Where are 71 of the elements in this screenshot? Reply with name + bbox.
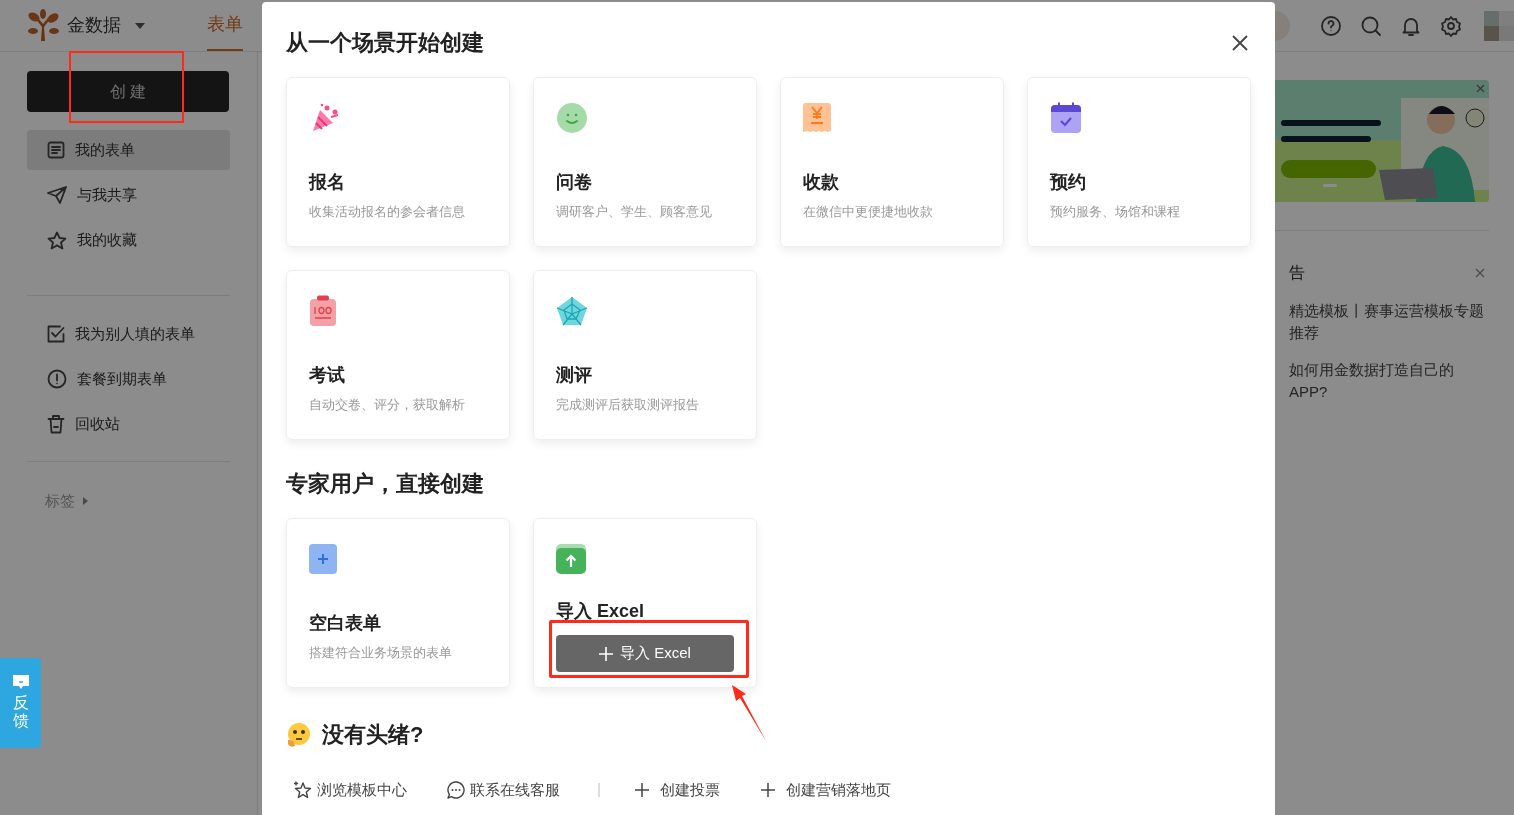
section-title: 没有头绪? bbox=[322, 721, 424, 749]
scenario-card[interactable]: 测评 完成测评后获取测评报告 bbox=[533, 270, 757, 440]
announcement-link[interactable]: 如何用金数据打造自己的APP? bbox=[1289, 359, 1489, 403]
sidebar-item[interactable]: 我的表单 bbox=[27, 130, 230, 170]
paper-plane-icon bbox=[47, 186, 67, 204]
card-title: 预约 bbox=[1050, 171, 1087, 194]
sidebar-item[interactable]: 我为别人填的表单 bbox=[27, 314, 230, 354]
score-board-icon bbox=[309, 295, 337, 327]
help-link[interactable]: 创建投票 bbox=[634, 779, 720, 802]
help-link[interactable]: 创建营销落地页 bbox=[760, 779, 891, 802]
card-title: 空白表单 bbox=[309, 612, 382, 635]
receipt-icon bbox=[803, 103, 831, 133]
plus-icon bbox=[634, 782, 650, 799]
card-description: 预约服务、场馆和课程 bbox=[1050, 203, 1181, 221]
section-title: 专家用户，直接创建 bbox=[286, 470, 485, 498]
plus-square-icon bbox=[309, 544, 337, 574]
card-description: 自动交卷、评分，获取解析 bbox=[309, 396, 466, 414]
card-title: 收款 bbox=[803, 171, 840, 194]
close-icon bbox=[1475, 268, 1485, 278]
help-link[interactable]: 联系在线客服 bbox=[447, 779, 560, 802]
plus-icon bbox=[760, 782, 776, 799]
caret-right-icon bbox=[83, 497, 88, 506]
scenario-card[interactable]: 收款 在微信中更便捷地收款 bbox=[780, 77, 1004, 247]
card-title: 考试 bbox=[309, 364, 346, 387]
scenario-card[interactable]: 预约 预约服务、场馆和课程 bbox=[1027, 77, 1251, 247]
help-icon bbox=[1320, 14, 1342, 37]
pentagon-chart-icon bbox=[556, 296, 588, 326]
settings-icon bbox=[1440, 14, 1462, 37]
scenario-card[interactable]: 空白表单 搭建符合业务场景的表单 bbox=[286, 518, 510, 688]
star-icon bbox=[47, 230, 67, 250]
create-button[interactable]: 创 建 bbox=[27, 71, 229, 112]
announcement-link[interactable]: 精选模板丨赛事运营模板专题推荐 bbox=[1289, 300, 1489, 344]
thinking-emoji-icon bbox=[286, 721, 312, 748]
warning-icon bbox=[47, 369, 67, 389]
help-link[interactable]: 浏览模板中心 bbox=[294, 779, 407, 802]
plus-icon bbox=[599, 646, 614, 661]
card-description: 收集活动报名的参会者信息 bbox=[309, 203, 466, 221]
smiley-icon bbox=[556, 102, 588, 134]
card-title: 测评 bbox=[556, 364, 593, 387]
card-description: 在微信中更便捷地收款 bbox=[803, 203, 934, 221]
checkbox-icon bbox=[47, 325, 65, 343]
trash-icon bbox=[47, 414, 65, 434]
sidebar-item[interactable]: 与我共享 bbox=[27, 175, 230, 215]
announcement-title: 告 bbox=[1289, 263, 1305, 283]
document-icon bbox=[47, 141, 65, 159]
sidebar-item[interactable]: 套餐到期表单 bbox=[27, 359, 230, 399]
caret-down-icon bbox=[135, 22, 145, 29]
close-icon bbox=[1476, 84, 1485, 93]
search-icon bbox=[1360, 14, 1382, 37]
scenario-card[interactable]: 问卷 调研客户、学生、顾客意见 bbox=[533, 77, 757, 247]
import-button[interactable]: 导入 Excel bbox=[556, 635, 734, 672]
chat-bubble-icon bbox=[447, 781, 465, 800]
calendar-icon bbox=[1050, 102, 1082, 134]
tree-logo-icon bbox=[26, 8, 60, 43]
upload-icon bbox=[556, 544, 586, 574]
scenario-card[interactable]: 考试 自动交卷、评分，获取解析 bbox=[286, 270, 510, 440]
card-title: 报名 bbox=[309, 171, 346, 194]
scenario-card[interactable]: 报名 收集活动报名的参会者信息 bbox=[286, 77, 510, 247]
close-button[interactable] bbox=[1232, 34, 1248, 51]
dialog-title: 从一个场景开始创建 bbox=[286, 29, 484, 57]
brand-name: 金数据 bbox=[67, 14, 121, 37]
message-icon bbox=[11, 674, 30, 690]
sparkle-star-icon bbox=[294, 781, 312, 800]
card-title: 问卷 bbox=[556, 171, 593, 194]
sidebar-item[interactable]: 回收站 bbox=[27, 404, 230, 444]
card-title: 导入 Excel bbox=[556, 600, 646, 623]
card-description: 搭建符合业务场景的表单 bbox=[309, 644, 453, 662]
card-description: 调研客户、学生、顾客意见 bbox=[556, 203, 713, 221]
scenario-card[interactable]: 导入 Excel 导入 Excel bbox=[533, 518, 757, 688]
sidebar-item[interactable]: 我的收藏 bbox=[27, 220, 230, 260]
card-description: 完成测评后获取测评报告 bbox=[556, 396, 700, 414]
